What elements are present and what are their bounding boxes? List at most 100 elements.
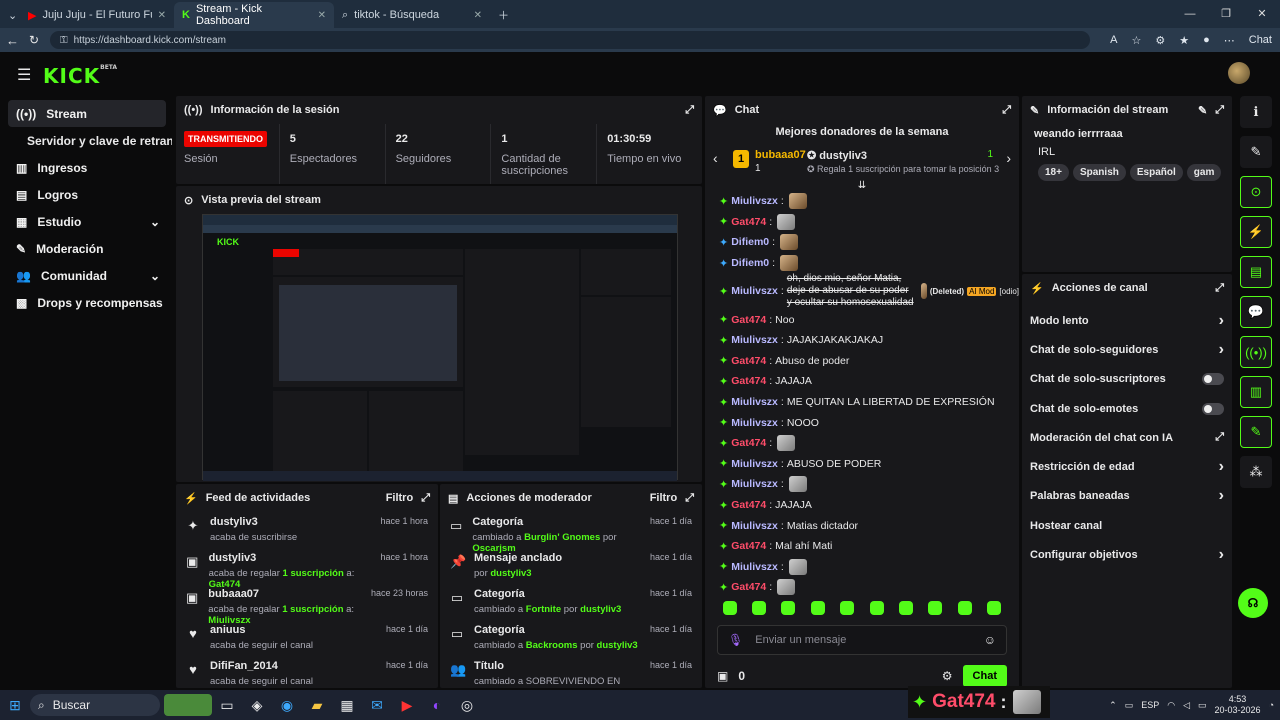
chat-username[interactable]: Miulivszx	[731, 478, 778, 490]
back-icon[interactable]: ←	[6, 33, 19, 48]
menu-icon[interactable]: ☰	[17, 65, 31, 85]
chat-message[interactable]: ✦ Gat474:	[705, 577, 1019, 597]
list-item[interactable]: ▣ dustyliv3 acaba de regalar 1 suscripción…	[176, 548, 438, 590]
sidebar-item-stream[interactable]: ((•)) Stream	[8, 100, 166, 127]
list-item[interactable]: ♥ DifiFan_2014 acaba de seguir el canal hac…	[176, 656, 438, 688]
chevron-right-icon[interactable]: ›	[1006, 150, 1011, 166]
emote-icon[interactable]	[928, 601, 943, 615]
extensions-icon[interactable]: ⚙	[1155, 34, 1165, 47]
donor-cta[interactable]: ✪ Regala 1 suscripción para tomar la pos…	[807, 164, 999, 175]
channel-action[interactable]: Hostear canal	[1022, 511, 1232, 540]
browser-tab-kick[interactable]: K Stream - Kick Dashboard ✕	[174, 2, 334, 28]
chat-icon[interactable]: 💬	[1240, 296, 1272, 328]
sidebar-item-ingresos[interactable]: ▥ Ingresos	[0, 154, 172, 181]
chat-message[interactable]: ✦ Miulivszx: Matias dictador	[705, 515, 1019, 536]
battery-icon[interactable]: ▭	[1198, 700, 1207, 711]
chat-input[interactable]: 🎙 Enviar un mensaje ☺	[717, 625, 1007, 655]
read-aloud-icon[interactable]: A	[1110, 34, 1117, 46]
emote-icon[interactable]	[810, 601, 825, 615]
tab-list-button[interactable]: ⌄	[0, 2, 20, 28]
camera-icon[interactable]: ⊙	[1240, 176, 1272, 208]
obs-icon[interactable]: ◎	[452, 697, 482, 714]
chat-message[interactable]: ✦ Gat474:	[705, 212, 1019, 233]
expand-icon[interactable]: ⤢	[421, 492, 430, 505]
chat-username[interactable]: Miulivszx	[731, 458, 778, 470]
bolt-icon[interactable]: ⚡	[1240, 216, 1272, 248]
emote-icon[interactable]	[869, 601, 884, 615]
language-indicator[interactable]: ESP	[1141, 700, 1159, 710]
chat-message[interactable]: ✦ Miulivszx:	[705, 191, 1019, 212]
sidebar-item-estudio[interactable]: ▦ Estudio ⌄	[0, 208, 172, 235]
task-view-icon[interactable]: ▭	[212, 697, 242, 714]
filter-button[interactable]: Filtro	[386, 492, 414, 504]
chat-message[interactable]: ✦ Miulivszx:	[705, 474, 1019, 495]
list-item[interactable]: ▭ Categoría cambiado a Burglin' Gnomes por…	[440, 512, 702, 554]
avatar[interactable]	[1228, 62, 1250, 84]
chat-username[interactable]: Gat474	[731, 314, 766, 326]
network-icon[interactable]: ▭	[1125, 700, 1134, 711]
channel-action[interactable]: Palabras baneadas ›	[1022, 482, 1232, 511]
sidebar-item-comunidad[interactable]: 👥 Comunidad ⌄	[0, 262, 172, 289]
chat-message[interactable]: ✦ Gat474: Noo	[705, 309, 1019, 330]
chat-username[interactable]: Miulivszx	[731, 195, 778, 207]
server-icon[interactable]: ▥	[1240, 376, 1272, 408]
chat-username[interactable]: Miulivszx	[731, 285, 778, 297]
emote-icon[interactable]	[899, 601, 914, 615]
favorite-icon[interactable]: ☆	[1131, 34, 1141, 47]
chat-message[interactable]: ✦ Gat474: JAJAJA	[705, 495, 1019, 516]
chat-username[interactable]: Miulivszx	[731, 520, 778, 532]
chat-message[interactable]: ✦ Difiem0:	[705, 253, 1019, 274]
chat-message[interactable]: ✦ Miulivszx: NOOO	[705, 412, 1019, 433]
info-icon[interactable]: ℹ	[1240, 96, 1272, 128]
url-field[interactable]: ⚿ https://dashboard.kick.com/stream	[50, 31, 1090, 49]
toggle-switch[interactable]	[1202, 402, 1224, 415]
chat-message[interactable]: ✦ Miulivszx: ABUSO DE PODER	[705, 454, 1019, 475]
send-chat-button[interactable]: Chat	[962, 665, 1007, 687]
channel-action[interactable]: Chat de solo-emotes	[1022, 394, 1232, 423]
chat-message[interactable]: ✦ Gat474: Mal ahí Mati	[705, 536, 1019, 557]
apps-icon[interactable]: ⁂	[1240, 456, 1272, 488]
list-item[interactable]: ♥ aniuus acaba de seguir el canal hace 1 dí…	[176, 620, 438, 656]
points-icon[interactable]: ▣	[717, 669, 728, 683]
channel-action[interactable]: Moderación del chat con IA ⤢	[1022, 423, 1232, 452]
emote-icon[interactable]	[840, 601, 855, 615]
notification-icon[interactable]: ◔	[1269, 700, 1274, 710]
chat-username[interactable]: Difiem0	[731, 236, 769, 248]
copilot-icon[interactable]: ◈	[242, 697, 272, 714]
clock[interactable]: 4:53 20-03-2026	[1215, 694, 1261, 716]
emote-icon[interactable]	[752, 601, 767, 615]
chat-message[interactable]: ✦ Gat474: JAJAJA	[705, 371, 1019, 392]
emote-icon[interactable]	[781, 601, 796, 615]
new-tab-button[interactable]: ＋	[490, 2, 517, 28]
discord-icon[interactable]: ◐	[422, 697, 452, 713]
emote-icon[interactable]	[722, 601, 737, 615]
widget-image[interactable]	[164, 694, 212, 716]
browser-tab-youtube[interactable]: ▶ Juju Juju - El Futuro Fuera De Orbi ✕	[20, 2, 174, 28]
kick-logo[interactable]: KICKBETA	[43, 64, 117, 88]
favorites-icon[interactable]: ★	[1179, 34, 1189, 47]
emoji-icon[interactable]: ☺	[984, 633, 996, 647]
filter-button[interactable]: Filtro	[650, 492, 678, 504]
profile-icon[interactable]: ●	[1203, 34, 1210, 46]
more-icon[interactable]: ⋯	[1224, 34, 1235, 47]
close-window-icon[interactable]: ✕	[1244, 0, 1280, 28]
chat-message[interactable]: ✦ Miulivszx: JAJAKJAKAKJAKAJ	[705, 330, 1019, 351]
chat-username[interactable]: Gat474	[731, 216, 766, 228]
channel-action[interactable]: Configurar objetivos ›	[1022, 540, 1232, 569]
channel-action[interactable]: Modo lento ›	[1022, 306, 1232, 335]
sidebar-item-server-key[interactable]: Servidor y clave de retransm	[0, 127, 172, 154]
copilot-button[interactable]: Chat	[1249, 34, 1272, 46]
chat-message[interactable]: ✦ Miulivszx:	[705, 557, 1019, 578]
expand-icon[interactable]: ⤢	[1002, 104, 1011, 117]
settings-icon[interactable]: ⚙	[942, 669, 953, 683]
windows-start-icon[interactable]: ⊞	[0, 697, 30, 714]
expand-icon[interactable]: ⤢	[1215, 282, 1224, 295]
chat-message[interactable]: ✦ Miulivszx: oh, dios mio, señor Matia, de…	[705, 273, 1019, 309]
edge-icon[interactable]: ◉	[272, 697, 302, 714]
refresh-icon[interactable]: ↻	[29, 33, 39, 47]
edit-icon[interactable]: ✎	[1198, 104, 1207, 117]
chat-username[interactable]: Gat474	[731, 437, 766, 449]
youtube-icon[interactable]: ▶	[392, 697, 422, 714]
sidebar-item-moderacion[interactable]: ✎ Moderación	[0, 235, 172, 262]
donor-name[interactable]: bubaaa07	[755, 149, 806, 161]
